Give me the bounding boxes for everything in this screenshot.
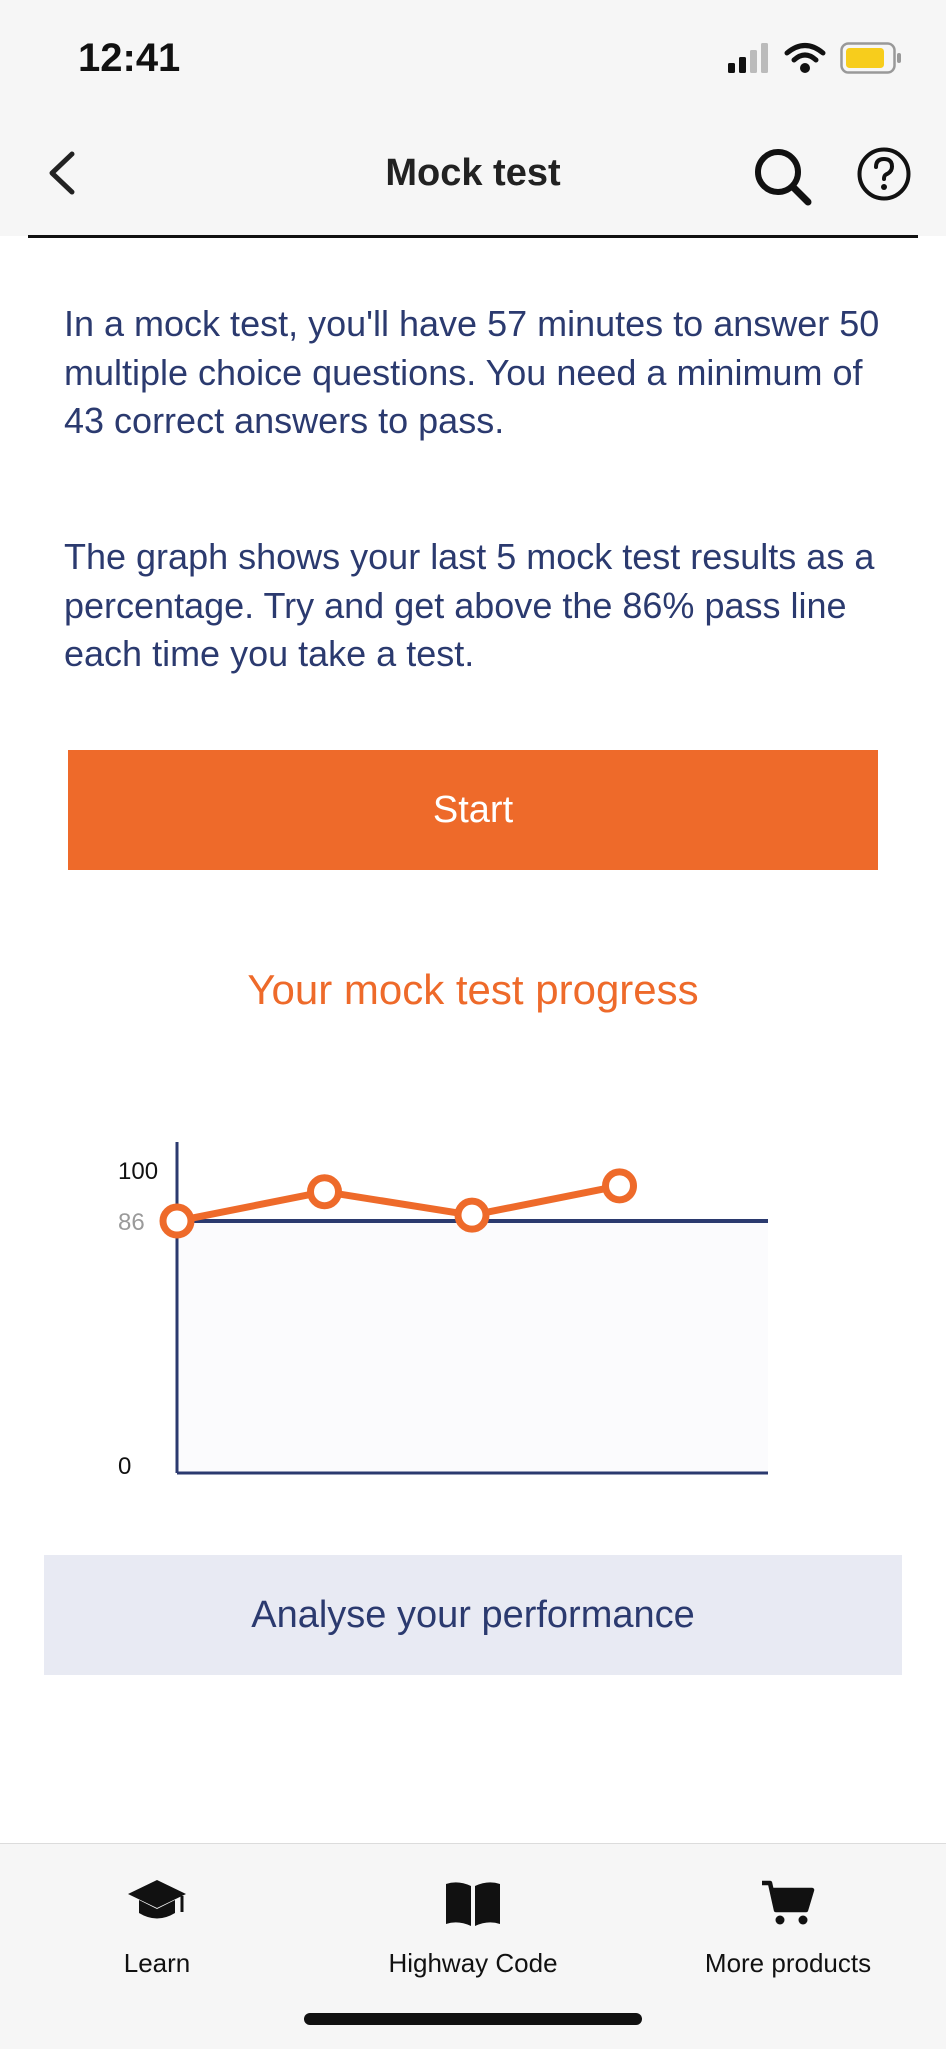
battery-icon: [840, 42, 901, 74]
tab-learn[interactable]: Learn: [7, 1872, 307, 1979]
chart-plot-area: [177, 1221, 768, 1473]
y-tick-label: 100: [118, 1158, 158, 1185]
signal-icon: [728, 43, 768, 73]
chart-data-point: [307, 1174, 342, 1210]
analyse-performance-button[interactable]: Analyse your performance: [44, 1555, 902, 1675]
tab-more-products[interactable]: More products: [638, 1872, 938, 1979]
status-icons: [728, 42, 902, 74]
wifi-icon: [784, 43, 826, 73]
status-bar: 12:41: [0, 0, 946, 110]
book-icon: [446, 1882, 500, 1926]
navigation-bar: Mock test: [0, 110, 946, 236]
tab-highway-code-label: Highway Code: [388, 1948, 558, 1978]
search-icon: [755, 149, 812, 206]
progress-title: Your mock test progress: [247, 966, 699, 1013]
tab-highway-code[interactable]: Highway Code: [323, 1872, 623, 1979]
header-divider: [28, 235, 918, 238]
search-button[interactable]: [752, 146, 814, 208]
tab-more-products-label: More products: [704, 1948, 872, 1978]
intro-paragraph-2: The graph shows your last 5 mock test re…: [64, 536, 875, 674]
home-indicator: [304, 2013, 642, 2025]
chart-series-line: [173, 1182, 623, 1225]
tab-learn-label: Learn: [123, 1948, 191, 1978]
help-icon: [857, 147, 911, 201]
chart-data-point: [159, 1203, 195, 1239]
help-button[interactable]: [856, 146, 912, 202]
intro-paragraph-1: In a mock test, you'll have 57 minutes t…: [64, 303, 880, 441]
status-time: 12:41: [78, 36, 181, 80]
chart-data-point: [602, 1168, 637, 1204]
cart-icon: [762, 1880, 815, 1925]
graduation-cap-icon: [128, 1880, 186, 1919]
y-tick-label: 0: [118, 1453, 131, 1480]
y-tick-label: 86: [118, 1209, 145, 1236]
start-button[interactable]: Start: [68, 750, 878, 870]
chart-data-point: [454, 1197, 490, 1233]
progress-chart: 100 86 0: [118, 1142, 768, 1480]
